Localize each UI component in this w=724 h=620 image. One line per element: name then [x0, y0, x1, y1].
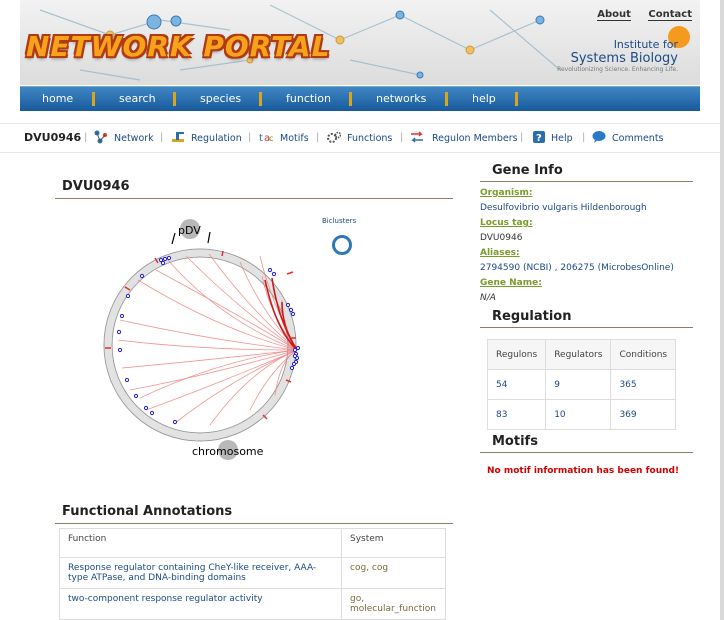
organism-value[interactable]: Desulfovibrio vulgaris Hildenborough	[480, 203, 647, 213]
table-header-row: Function System	[59, 528, 446, 558]
subnav-motifs[interactable]: Motifs	[280, 133, 309, 144]
motifs-title: Motifs	[492, 434, 538, 449]
system-cell[interactable]: cog, cog	[341, 557, 446, 589]
subnav-comments[interactable]: Comments	[612, 133, 664, 144]
about-link[interactable]: About	[597, 9, 631, 21]
nav-species[interactable]: species	[200, 87, 241, 111]
aliases-value[interactable]: 2794590 (NCBI) , 206275 (MicrobesOnline)	[480, 263, 674, 273]
network-icon	[94, 130, 107, 144]
gears-icon	[327, 131, 341, 143]
svg-text:t: t	[259, 133, 263, 144]
table-row: 54 9 365	[486, 369, 677, 400]
regulation-table: Regulons Regulators Conditions 54 9 365 …	[486, 339, 677, 430]
subnav-network[interactable]: Network	[114, 133, 154, 144]
conditions-value[interactable]: 369	[610, 399, 677, 430]
nav-help[interactable]: help	[472, 87, 496, 111]
contact-link[interactable]: Contact	[648, 9, 692, 21]
table-row: two-component response regulator activit…	[59, 588, 446, 620]
subnav-regulon-members[interactable]: Regulon Members	[432, 133, 518, 144]
subnav-functions[interactable]: Functions	[347, 133, 392, 144]
chromosome-label: chromosome	[192, 445, 264, 458]
table-header-row: Regulons Regulators Conditions	[486, 339, 677, 370]
conditions-value[interactable]: 365	[610, 369, 677, 400]
regulation-title: Regulation	[492, 309, 572, 324]
help-icon: ?	[533, 131, 545, 144]
nav-search[interactable]: search	[119, 87, 156, 111]
genome-circle-plot[interactable]: pDV chromosome	[100, 210, 315, 460]
gene-id-title: DVU0946	[24, 131, 82, 144]
comments-icon	[592, 131, 606, 143]
col-regulons: Regulons	[486, 339, 547, 370]
functional-annotations-table: Function System Response regulator conta…	[59, 528, 446, 620]
regulons-value[interactable]: 54	[486, 369, 547, 400]
locus-tag-value: DVU0946	[480, 233, 523, 243]
nav-function[interactable]: function	[286, 87, 331, 111]
table-row: Response regulator containing CheY-like …	[59, 557, 446, 589]
gene-panel-title: DVU0946	[62, 179, 130, 194]
function-cell[interactable]: Response regulator containing CheY-like …	[59, 557, 342, 589]
col-regulators: Regulators	[545, 339, 612, 370]
regulon-members-icon	[411, 131, 423, 143]
aliases-label[interactable]: Aliases:	[480, 248, 520, 258]
organism-label[interactable]: Organism:	[480, 188, 532, 198]
main-nav: home search species function networks he…	[20, 86, 700, 111]
pdv-label: pDV	[178, 224, 201, 237]
locus-tag-label[interactable]: Locus tag:	[480, 218, 533, 228]
table-row: 83 10 369	[486, 399, 677, 430]
gene-subnav: DVU0946 | Network | Regulation | tac Mot…	[0, 123, 724, 153]
isb-logo[interactable]: Institute for Systems Biology Revolution…	[557, 38, 678, 73]
svg-text:?: ?	[536, 133, 542, 144]
window-edge	[720, 0, 724, 620]
regulation-icon	[172, 132, 184, 142]
top-links: About Contact	[583, 9, 692, 21]
col-system: System	[341, 528, 446, 558]
subnav-regulation[interactable]: Regulation	[191, 133, 242, 144]
network-portal-logo[interactable]: NETWORK PORTAL	[26, 30, 330, 63]
genome-circle-svg: pDV chromosome	[103, 219, 301, 460]
site-header: NETWORK PORTAL About Contact Institute f…	[20, 0, 700, 85]
regulons-value[interactable]: 83	[486, 399, 547, 430]
col-conditions: Conditions	[610, 339, 677, 370]
regulators-value[interactable]: 10	[545, 399, 612, 430]
functional-annotations-title: Functional Annotations	[62, 504, 233, 519]
no-motifs-message: No motif information has been found!	[487, 466, 680, 476]
system-cell[interactable]: go, molecular_function	[341, 588, 446, 620]
function-cell[interactable]: two-component response regulator activit…	[59, 588, 342, 620]
gene-info-title: Gene Info	[492, 163, 563, 178]
regulators-value[interactable]: 9	[545, 369, 612, 400]
nav-home[interactable]: home	[42, 87, 73, 111]
motifs-icon: t ac	[259, 133, 273, 144]
svg-text:c: c	[269, 134, 273, 143]
col-function: Function	[59, 528, 342, 558]
biclusters-label: Biclusters	[322, 217, 357, 225]
nav-networks[interactable]: networks	[376, 87, 426, 111]
gene-name-value: N/A	[480, 293, 496, 303]
gene-name-label[interactable]: Gene Name:	[480, 278, 542, 288]
page: NETWORK PORTAL About Contact Institute f…	[0, 0, 724, 620]
bicluster-node[interactable]	[332, 235, 352, 255]
subnav-help[interactable]: Help	[551, 133, 573, 144]
